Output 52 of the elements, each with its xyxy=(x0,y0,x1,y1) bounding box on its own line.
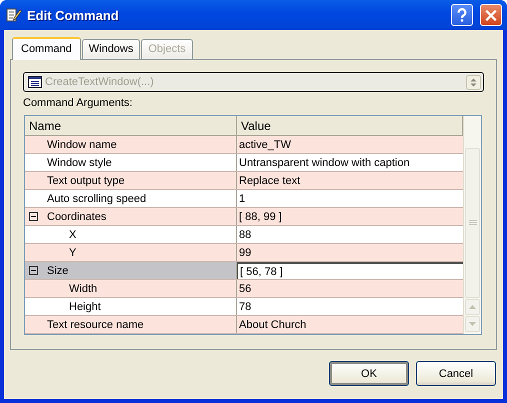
help-button[interactable] xyxy=(451,4,473,26)
tab[interactable]: Windows xyxy=(82,39,140,59)
property-name[interactable]: Auto scrolling speed xyxy=(25,190,237,207)
property-name[interactable]: Text resource name xyxy=(25,316,237,333)
tab[interactable]: Command xyxy=(12,37,81,60)
grip-icon xyxy=(468,220,476,226)
property-name[interactable]: Width xyxy=(25,280,237,297)
property-label: X xyxy=(69,228,76,240)
property-label: Width xyxy=(69,282,98,294)
section-label: Command Arguments: xyxy=(23,97,134,109)
property-label: Size xyxy=(47,264,68,276)
property-value: 78 xyxy=(238,300,252,314)
property-value: [ 88, 99 ] xyxy=(238,210,283,224)
property-name[interactable]: Window style xyxy=(25,154,237,171)
property-value: 1 xyxy=(238,192,246,206)
pencil-document-icon xyxy=(6,7,22,23)
close-button[interactable] xyxy=(480,4,502,26)
property-name[interactable]: Coordinates xyxy=(25,208,237,225)
property-value: Untransparent window with caption xyxy=(238,156,411,170)
column-header[interactable]: Name xyxy=(25,116,237,135)
property-label: Text resource name xyxy=(47,318,144,330)
property-name[interactable]: X xyxy=(25,226,237,243)
up-down-arrows-icon xyxy=(466,74,481,90)
property-value: 88 xyxy=(238,228,252,242)
property-name[interactable]: Y xyxy=(25,244,237,261)
dialog-button[interactable]: Cancel xyxy=(416,361,496,386)
collapse-icon[interactable] xyxy=(29,212,38,221)
window-icon xyxy=(28,76,42,88)
property-label: Window style xyxy=(47,156,112,168)
property-label: Coordinates xyxy=(47,210,106,222)
property-name[interactable]: Height xyxy=(25,298,237,315)
collapse-icon[interactable] xyxy=(29,266,38,275)
property-value: 56 xyxy=(238,282,252,296)
property-name[interactable]: Window name xyxy=(25,136,237,153)
up-arrow-icon xyxy=(469,305,476,309)
property-value: 99 xyxy=(238,246,252,260)
property-label: Auto scrolling speed xyxy=(47,192,146,204)
property-name[interactable]: Text output type xyxy=(25,172,237,189)
scroll-thumb[interactable] xyxy=(465,148,480,298)
property-label: Height xyxy=(69,300,101,312)
property-name[interactable]: Size xyxy=(25,262,237,279)
window-title: Edit Command xyxy=(27,8,120,22)
down-arrow-icon xyxy=(469,322,476,326)
property-label: Text output type xyxy=(47,174,125,186)
property-value: active_TW xyxy=(238,138,292,152)
dialog-button[interactable]: OK xyxy=(329,361,409,386)
scrollbar[interactable] xyxy=(463,116,481,334)
value-field[interactable]: [ 56, 78 ] xyxy=(237,262,463,279)
property-value: About Church xyxy=(238,318,308,332)
property-value: Replace text xyxy=(238,174,302,188)
property-label: Y xyxy=(69,246,76,258)
property-label: Window name xyxy=(47,138,117,150)
